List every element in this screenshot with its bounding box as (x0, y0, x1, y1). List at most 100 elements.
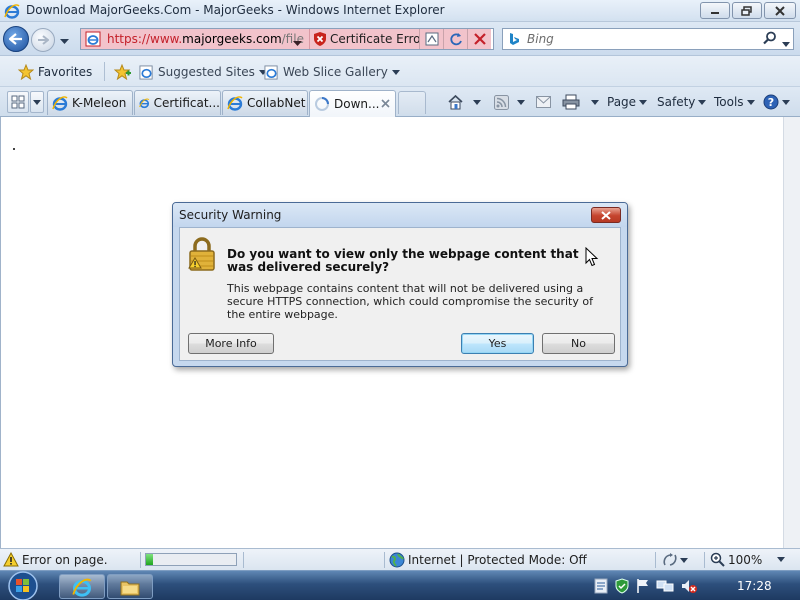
dialog-titlebar[interactable]: Security Warning (173, 203, 627, 227)
more-info-label: More Info (205, 337, 257, 350)
print-button[interactable] (562, 92, 599, 112)
start-button[interactable] (6, 571, 40, 600)
compatibility-view-button[interactable] (419, 29, 443, 49)
page-icon (139, 64, 153, 80)
search-options-dropdown[interactable] (782, 36, 790, 50)
safety-menu[interactable]: Safety (657, 92, 707, 112)
volume-muted-icon[interactable] (680, 578, 698, 594)
address-bar[interactable]: https://www.majorgeeks.com/file Certific… (80, 28, 494, 50)
no-label: No (571, 337, 586, 350)
home-icon (448, 94, 463, 110)
address-row: https://www.majorgeeks.com/file Certific… (0, 22, 800, 56)
url-scheme: https://www. (107, 32, 183, 46)
chevron-down-icon (782, 99, 790, 105)
chevron-down-icon (782, 42, 790, 47)
page-menu-label: Page (607, 95, 637, 109)
loading-icon (315, 97, 329, 111)
tab-label: Down... (334, 97, 380, 111)
help-icon: ? (763, 94, 779, 110)
taskbar-clock[interactable]: 17:28 (737, 579, 772, 593)
page-icon (264, 64, 278, 80)
tab-list-button[interactable] (30, 91, 44, 113)
chevron-down-icon (680, 557, 688, 563)
taskbar-internet-explorer[interactable] (59, 574, 105, 599)
warning-icon[interactable] (3, 551, 19, 570)
back-arrow-icon (9, 33, 22, 45)
printer-icon (562, 94, 580, 110)
tab-certificate[interactable]: Certificat... (134, 90, 221, 115)
add-to-favorites-bar-button[interactable] (114, 62, 132, 82)
stop-icon (473, 33, 486, 45)
yes-button[interactable]: Yes (461, 333, 534, 354)
tab-download-majorgeeks[interactable]: Down... (309, 90, 396, 117)
certificate-error-button[interactable]: Certificate Error (309, 29, 425, 52)
window-title: Download MajorGeeks.Com - MajorGeeks - W… (26, 3, 445, 17)
search-icon[interactable] (763, 31, 777, 48)
search-box[interactable] (502, 28, 794, 50)
compatibility-view-icon (425, 32, 438, 46)
security-zone-text[interactable]: Internet | Protected Mode: Off (408, 553, 587, 567)
star-icon (18, 64, 34, 80)
page-load-progress (145, 553, 237, 566)
home-button[interactable] (447, 92, 481, 112)
zoom-icon (710, 552, 725, 567)
tools-menu-label: Tools (714, 95, 744, 109)
divider (384, 552, 385, 568)
close-icon (775, 5, 785, 16)
help-button[interactable]: ? (763, 92, 790, 112)
vertical-scrollbar[interactable] (783, 117, 800, 548)
rss-feed-icon (494, 94, 509, 110)
back-button[interactable] (3, 26, 29, 52)
url-host: majorgeeks.com (182, 32, 282, 46)
document-icon[interactable] (594, 578, 608, 594)
status-error-text[interactable]: Error on page. (22, 553, 108, 567)
forward-button[interactable] (31, 28, 55, 52)
favorites-bar-item-web-slice-gallery[interactable]: Web Slice Gallery (264, 62, 400, 82)
shield-error-icon (313, 32, 327, 52)
more-info-button[interactable]: More Info (188, 333, 274, 354)
dialog-body: Do you want to view only the webpage con… (179, 227, 621, 361)
stop-button[interactable] (467, 29, 491, 49)
no-button[interactable]: No (542, 333, 615, 354)
new-tab-button[interactable] (398, 91, 426, 114)
close-icon (381, 99, 390, 108)
tab-k-meleon[interactable]: K-Meleon (47, 90, 133, 115)
divider (140, 552, 141, 568)
security-shield-icon[interactable] (614, 578, 630, 594)
internet-explorer-icon (72, 578, 92, 597)
page-menu[interactable]: Page (607, 92, 648, 112)
divider (655, 552, 656, 568)
favorites-bar-item-suggested-sites[interactable]: Suggested Sites (139, 62, 267, 82)
tab-collabnet[interactable]: CollabNet (222, 90, 308, 115)
dialog-question: Do you want to view only the webpage con… (227, 247, 579, 274)
recent-pages-dropdown[interactable] (60, 34, 69, 48)
minimize-button[interactable] (700, 2, 730, 19)
restore-button[interactable] (732, 2, 762, 19)
refresh-button[interactable] (443, 29, 467, 49)
close-tab-button[interactable] (381, 97, 390, 111)
taskbar-windows-explorer[interactable] (107, 574, 153, 599)
action-center-flag-icon[interactable] (636, 578, 650, 594)
protected-mode-button[interactable] (662, 552, 688, 568)
search-input[interactable] (527, 31, 757, 47)
feeds-button[interactable] (494, 92, 525, 112)
close-window-button[interactable] (764, 2, 796, 19)
quick-tabs-button[interactable] (7, 91, 29, 113)
address-dropdown[interactable] (293, 36, 302, 50)
divider (704, 552, 705, 568)
read-mail-button[interactable] (536, 92, 551, 112)
bing-icon (508, 32, 520, 49)
chevron-down-icon (746, 99, 755, 105)
dialog-close-button[interactable] (591, 207, 621, 223)
chevron-down-icon (293, 41, 302, 46)
network-icon[interactable] (656, 578, 674, 594)
mail-icon (536, 96, 551, 108)
address-url[interactable]: https://www.majorgeeks.com/file (81, 29, 309, 49)
favorites-button[interactable]: Favorites (12, 62, 98, 82)
zoom-button[interactable]: 100% (710, 552, 786, 567)
favorites-item-label: Web Slice Gallery (283, 65, 388, 79)
page-icon (85, 31, 101, 50)
internet-zone-icon (389, 552, 405, 571)
internet-explorer-icon (4, 3, 20, 22)
tools-menu[interactable]: Tools (714, 92, 755, 112)
